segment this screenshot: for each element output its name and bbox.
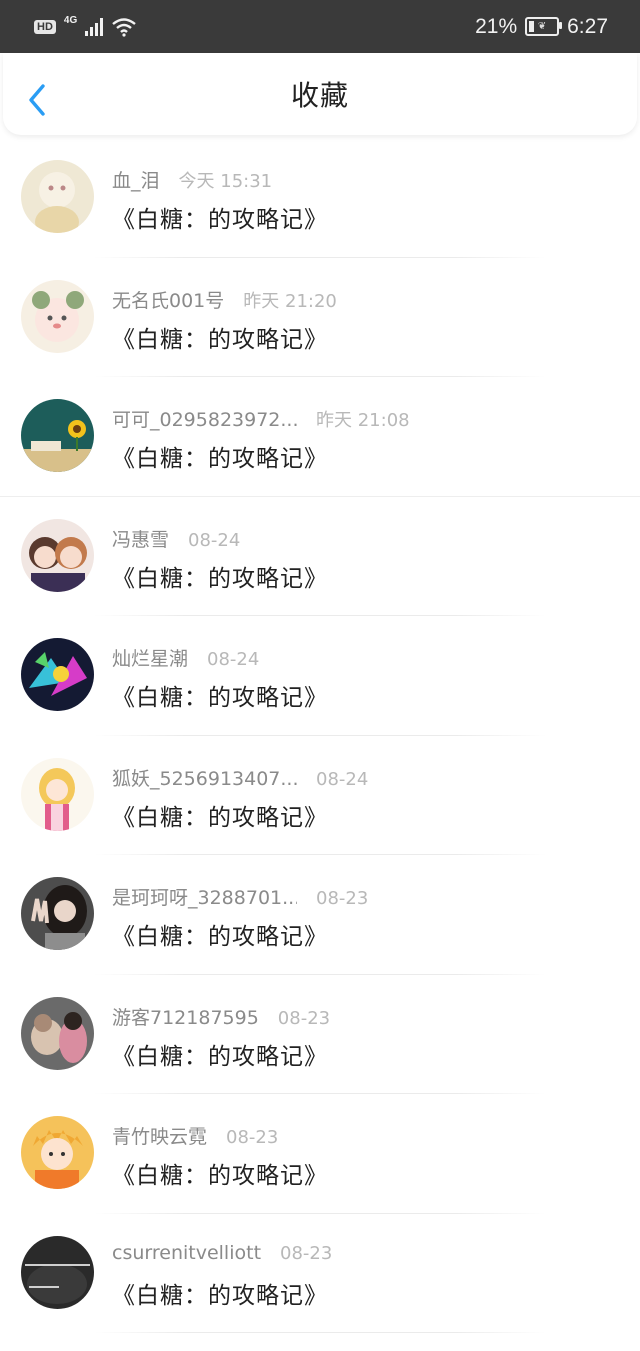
user-name[interactable]: 无名氏001号 (112, 286, 224, 313)
work-title[interactable]: 《白糖：的攻略记》 (112, 917, 328, 951)
list-item[interactable]: 狐妖_5256913407... 08-24 《白糖：的攻略记》 (0, 736, 640, 856)
work-title[interactable]: 《白糖：的攻略记》 (112, 439, 328, 473)
work-title[interactable]: 《白糖：的攻略记》 (112, 678, 328, 712)
item-meta: 无名氏001号 昨天 21:20 (112, 286, 337, 313)
back-button[interactable] (25, 83, 51, 117)
page-title: 收藏 (290, 79, 349, 112)
user-name[interactable]: 游客712187595 (112, 1003, 259, 1030)
timestamp: 08-23 (277, 1007, 331, 1029)
user-name[interactable]: 是珂珂呀_3288701... (112, 883, 297, 910)
clock: 6:27 (567, 14, 608, 38)
list-item[interactable]: csurrenitvelliott 08-23 《白糖：的攻略记》 (0, 1214, 640, 1334)
list-item[interactable]: 可可_0295823972... 昨天 21:08 《白糖：的攻略记》 (0, 377, 640, 497)
timestamp: 08-23 (280, 1242, 333, 1264)
item-meta: 狐妖_5256913407... 08-24 (112, 764, 368, 791)
list-item[interactable]: 是珂珂呀_3288701... 08-23 《白糖：的攻略记》 (0, 855, 640, 975)
avatar[interactable] (21, 518, 94, 592)
item-meta: 可可_0295823972... 昨天 21:08 (112, 405, 410, 432)
user-name[interactable]: 血_泪 (112, 166, 160, 193)
avatar[interactable] (21, 279, 94, 353)
item-meta: 冯惠雪 08-24 (112, 525, 240, 552)
item-meta: 是珂珂呀_3288701... 08-23 (112, 883, 368, 910)
timestamp: 08-23 (316, 888, 369, 909)
status-bar-right: 21% ❦ 6:27 (475, 15, 608, 39)
timestamp: 08-24 (316, 768, 369, 790)
battery-icon: ❦ (525, 17, 563, 36)
app-header: 收藏 (3, 53, 637, 135)
avatar[interactable] (21, 996, 94, 1070)
avatar[interactable] (21, 160, 94, 233)
user-name[interactable]: 青竹映云霓 (112, 1122, 207, 1149)
timestamp: 08-23 (226, 1127, 279, 1148)
list-item[interactable]: 血_泪 今天 15:31 《白糖：的攻略记》 (0, 138, 640, 258)
avatar[interactable] (21, 877, 94, 950)
wifi-icon (111, 17, 137, 37)
timestamp: 08-24 (188, 529, 241, 551)
avatar[interactable] (21, 638, 94, 711)
work-title[interactable]: 《白糖：的攻略记》 (112, 1276, 328, 1310)
item-meta: 灿烂星潮 08-24 (112, 644, 259, 671)
timestamp: 昨天 21:08 (316, 410, 410, 431)
avatar[interactable] (21, 399, 94, 472)
avatar[interactable] (21, 1116, 94, 1189)
status-bar-left: HD 4G (34, 15, 137, 37)
status-bar: HD 4G 21% ❦ 6:27 (0, 0, 640, 53)
work-title[interactable]: 《白糖：的攻略记》 (112, 798, 328, 832)
timestamp: 08-24 (207, 649, 260, 670)
item-meta: 青竹映云霓 08-23 (112, 1122, 278, 1149)
user-name[interactable]: 灿烂星潮 (112, 644, 188, 671)
user-name[interactable]: 冯惠雪 (112, 525, 169, 552)
chevron-left-icon (29, 84, 45, 116)
timestamp: 昨天 21:20 (243, 290, 337, 312)
item-meta: 游客712187595 08-23 (112, 1003, 330, 1030)
user-name[interactable]: 狐妖_5256913407... (112, 764, 297, 791)
favorites-list: 血_泪 今天 15:31 《白糖：的攻略记》 无名氏001号 昨天 21:20 … (0, 138, 640, 1333)
work-title[interactable]: 《白糖：的攻略记》 (112, 200, 328, 234)
work-title[interactable]: 《白糖：的攻略记》 (112, 1156, 328, 1190)
timestamp: 今天 15:31 (178, 171, 273, 192)
work-title[interactable]: 《白糖：的攻略记》 (112, 320, 328, 354)
user-name[interactable]: csurrenitvelliott (112, 1242, 261, 1264)
work-title[interactable]: 《白糖：的攻略记》 (112, 559, 328, 593)
signal-icon (85, 17, 104, 36)
item-meta: csurrenitvelliott 08-23 (112, 1242, 332, 1264)
battery-percent: 21% (475, 14, 518, 38)
list-item[interactable]: 灿烂星潮 08-24 《白糖：的攻略记》 (0, 616, 640, 736)
list-item[interactable]: 冯惠雪 08-24 《白糖：的攻略记》 (0, 497, 640, 617)
list-item[interactable]: 无名氏001号 昨天 21:20 《白糖：的攻略记》 (0, 258, 640, 378)
list-item[interactable]: 游客712187595 08-23 《白糖：的攻略记》 (0, 975, 640, 1095)
user-name[interactable]: 可可_0295823972... (112, 405, 297, 432)
avatar[interactable] (21, 757, 94, 831)
work-title[interactable]: 《白糖：的攻略记》 (112, 1037, 328, 1071)
network-type: 4G (63, 15, 78, 26)
hd-icon: HD (34, 19, 56, 34)
item-meta: 血_泪 今天 15:31 (112, 166, 272, 193)
avatar[interactable] (21, 1235, 94, 1309)
list-item[interactable]: 青竹映云霓 08-23 《白糖：的攻略记》 (0, 1094, 640, 1214)
